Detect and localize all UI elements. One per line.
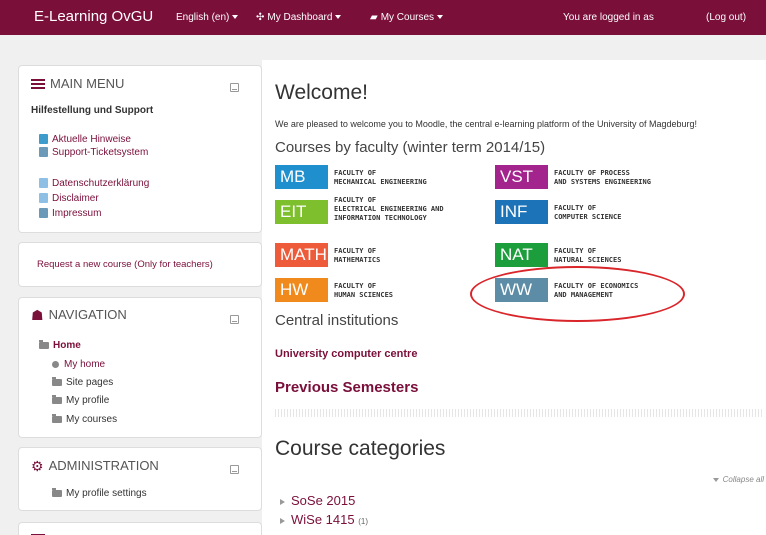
faculty-tile: NAT <box>495 243 548 267</box>
chevron-down-icon <box>335 15 342 20</box>
nav-my-profile[interactable]: My profile <box>52 394 109 406</box>
minimize-block-button[interactable] <box>230 83 239 92</box>
dashboard-icon: ✣ <box>256 12 265 23</box>
faculty-label: FACULTY OF PROCESS AND SYSTEMS ENGINEERIN… <box>554 169 651 187</box>
logout-link[interactable]: (Log out) <box>706 12 746 23</box>
faculty-label-line: FACULTY OF <box>554 204 597 212</box>
main-menu-header: MAIN MENU <box>31 76 124 91</box>
folder-icon <box>52 394 62 404</box>
request-course-block: Request a new course (Only for teachers) <box>18 242 262 287</box>
page-icon <box>39 147 48 158</box>
faculty-label-line: FACULTY OF <box>554 247 597 255</box>
menu-item-disclaimer[interactable]: Disclaimer <box>39 193 99 204</box>
faculty-label-line: FACULTY OF <box>334 247 377 255</box>
site-brand-link[interactable]: E-Learning OvGU <box>34 8 153 25</box>
faculty-label: FACULTY OF COMPUTER SCIENCE <box>554 204 621 222</box>
faculty-label-line: FACULTY OF <box>334 196 377 204</box>
folder-icon <box>39 339 49 349</box>
faculty-tile: EIT <box>275 200 328 224</box>
page-icon <box>39 208 48 219</box>
faculty-label-line: AND SYSTEMS ENGINEERING <box>554 178 651 186</box>
previous-semesters-link[interactable]: Previous Semesters <box>275 379 418 396</box>
next-block <box>18 522 262 535</box>
minimize-block-button[interactable] <box>230 315 239 324</box>
nav-site-pages[interactable]: Site pages <box>52 376 113 388</box>
faculty-label-line: FACULTY OF ECONOMICS <box>554 282 639 290</box>
top-navbar: E-Learning OvGU English (en) ✣ My Dashboa… <box>0 0 766 35</box>
sitemap-icon: ☗ <box>31 307 44 324</box>
faculty-label-line: FACULTY OF <box>334 169 377 177</box>
faculty-label: FACULTY OF MATHEMATICS <box>334 247 380 265</box>
faculty-label-line: AND MANAGEMENT <box>554 291 614 299</box>
news-icon <box>39 134 48 145</box>
course-categories-heading: Course categories <box>275 437 446 460</box>
faculty-label: FACULTY OF MECHANICAL ENGINEERING <box>334 169 427 187</box>
page-title: Welcome! <box>275 81 368 104</box>
faculty-label-line: MATHEMATICS <box>334 256 381 264</box>
faculty-tile: HW <box>275 278 328 302</box>
computer-centre-link[interactable]: University computer centre <box>275 348 417 360</box>
hamburger-icon <box>31 78 45 89</box>
chevron-down-icon <box>232 15 239 20</box>
triangle-right-icon <box>280 517 285 524</box>
administration-block: ⚙ ADMINISTRATION My profile settings <box>18 447 262 511</box>
divider <box>275 409 763 417</box>
block-subtitle: Hilfestellung und Support <box>31 105 154 116</box>
faculty-label: FACULTY OF HUMAN SCIENCES <box>334 282 393 300</box>
nav-home[interactable]: Home <box>39 339 81 351</box>
intro-text: We are pleased to welcome you to Moodle,… <box>275 119 698 129</box>
nav-my-courses[interactable]: My courses <box>52 413 117 425</box>
faculty-tile: MB <box>275 165 328 189</box>
collapse-all-link[interactable]: Collapse all <box>712 475 764 484</box>
category-wise-1415[interactable]: WiSe 1415 (1) <box>280 512 368 527</box>
category-sose-2015[interactable]: SoSe 2015 <box>280 493 355 508</box>
language-menu[interactable]: English (en) <box>176 12 239 23</box>
faculty-label-line: MECHANICAL ENGINEERING <box>334 178 427 186</box>
faculty-label-line: ELECTRICAL ENGINEERING AND <box>334 205 444 213</box>
faculty-label-line: HUMAN SCIENCES <box>334 291 394 299</box>
nav-my-profile-settings[interactable]: My profile settings <box>52 487 147 499</box>
courses-icon: ▰ <box>370 12 378 23</box>
faculty-label-line: NATURAL SCIENCES <box>554 256 622 264</box>
faculty-tile: MATH <box>275 243 328 267</box>
triangle-down-icon <box>712 477 719 482</box>
request-course-link[interactable]: Request a new course (Only for teachers) <box>37 259 213 270</box>
faculty-label-line: FACULTY OF <box>334 282 377 290</box>
logged-in-text: You are logged in as <box>563 12 654 23</box>
file-icon <box>39 193 48 204</box>
faculty-heading: Courses by faculty (winter term 2014/15) <box>275 139 546 156</box>
faculty-label: FACULTY OF NATURAL SCIENCES <box>554 247 621 265</box>
dashboard-menu[interactable]: ✣ My Dashboard <box>256 12 342 23</box>
folder-icon <box>52 413 62 423</box>
navigation-header: ☗ NAVIGATION <box>31 307 127 324</box>
faculty-label: FACULTY OF ECONOMICS AND MANAGEMENT <box>554 282 638 300</box>
faculty-label-line: COMPUTER SCIENCE <box>554 213 622 221</box>
file-icon <box>39 178 48 189</box>
faculty-label: FACULTY OF ELECTRICAL ENGINEERING AND INFO… <box>334 196 444 223</box>
faculty-label-line: FACULTY OF PROCESS <box>554 169 630 177</box>
folder-icon <box>52 487 62 497</box>
courses-menu[interactable]: ▰ My Courses <box>370 12 444 23</box>
navigation-block: ☗ NAVIGATION Home My home Site pages My p… <box>18 297 262 438</box>
faculty-tile: INF <box>495 200 548 224</box>
nav-my-home[interactable]: My home <box>52 359 105 370</box>
faculty-tile: WW <box>495 278 548 302</box>
menu-item-aktuelle-hinweise[interactable]: Aktuelle Hinweise <box>39 134 131 145</box>
triangle-right-icon <box>280 498 285 505</box>
faculty-tile: VST <box>495 165 548 189</box>
minimize-block-button[interactable] <box>230 465 239 474</box>
main-content: Welcome! We are pleased to welcome you t… <box>262 60 766 535</box>
menu-item-impressum[interactable]: Impressum <box>39 208 101 219</box>
administration-header: ⚙ ADMINISTRATION <box>31 458 159 475</box>
folder-icon <box>52 376 62 386</box>
faculty-label-line: INFORMATION TECHNOLOGY <box>334 214 427 222</box>
gears-icon: ⚙ <box>31 458 44 475</box>
main-menu-block: MAIN MENU Hilfestellung und Support Aktu… <box>18 65 262 233</box>
central-heading: Central institutions <box>275 312 399 329</box>
chevron-down-icon <box>437 15 444 20</box>
bullet-icon <box>52 360 59 368</box>
menu-item-datenschutz[interactable]: Datenschutzerklärung <box>39 178 149 189</box>
menu-item-support-ticketsystem[interactable]: Support-Ticketsystem <box>39 147 148 158</box>
